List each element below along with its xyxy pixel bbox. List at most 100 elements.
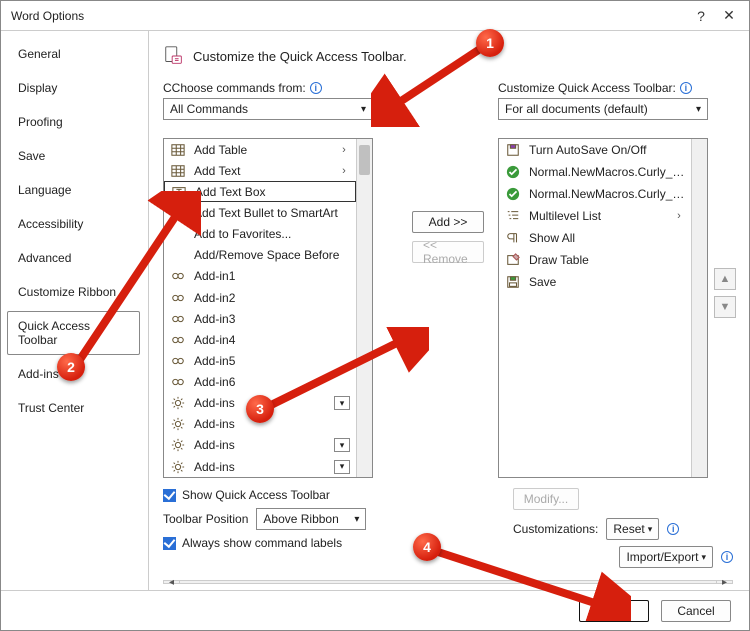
options-sidebar: General Display Proofing Save Language A… bbox=[1, 31, 149, 590]
qat-item-label: Draw Table bbox=[529, 253, 685, 267]
qat-item[interactable]: Normal.NewMacros.Curly_Quotes bbox=[499, 161, 691, 183]
scroll-left-icon[interactable]: ◂ bbox=[164, 581, 180, 583]
titlebar: Word Options ? ✕ bbox=[1, 1, 749, 31]
info-icon[interactable]: i bbox=[667, 523, 679, 535]
command-label: Add-in2 bbox=[194, 291, 350, 305]
sidebar-item-trust-center[interactable]: Trust Center bbox=[7, 393, 140, 423]
info-icon[interactable]: i bbox=[680, 82, 692, 94]
command-item[interactable]: Add Text Bullet to SmartArt bbox=[164, 202, 356, 223]
check-icon bbox=[505, 187, 521, 201]
move-down-button[interactable]: ▼ bbox=[714, 296, 736, 318]
command-label: Add-in4 bbox=[194, 333, 350, 347]
qat-header-text: Customize the Quick Access Toolbar. bbox=[193, 49, 407, 64]
command-label: Add Text Bullet to SmartArt bbox=[194, 206, 350, 220]
qat-listbox[interactable]: Turn AutoSave On/Off Normal.NewMacros.Cur… bbox=[498, 138, 708, 478]
scrollbar[interactable] bbox=[356, 139, 372, 477]
qat-item[interactable]: Draw Table bbox=[499, 249, 691, 271]
qat-item[interactable]: Turn AutoSave On/Off bbox=[499, 139, 691, 161]
command-item[interactable]: Add-in3 bbox=[164, 308, 356, 329]
customize-qat-combo[interactable]: For all documents (default) ▾ bbox=[498, 98, 708, 120]
qat-item-label: Save bbox=[529, 275, 685, 289]
command-item[interactable]: Add Text› bbox=[164, 160, 356, 181]
sidebar-item-proofing[interactable]: Proofing bbox=[7, 107, 140, 137]
command-label: Add-ins bbox=[194, 438, 326, 452]
sidebar-item-customize-ribbon[interactable]: Customize Ribbon bbox=[7, 277, 140, 307]
gear-icon bbox=[170, 396, 186, 410]
sidebar-item-display[interactable]: Display bbox=[7, 73, 140, 103]
dropdown-icon[interactable]: ▾ bbox=[334, 438, 350, 452]
command-item[interactable]: Add-ins▾ bbox=[164, 456, 356, 477]
command-item[interactable]: Add-in5 bbox=[164, 350, 356, 371]
dropdown-icon[interactable]: ▾ bbox=[334, 460, 350, 474]
command-item[interactable]: Add/Remove Space Before bbox=[164, 245, 356, 266]
gear-icon bbox=[170, 417, 186, 431]
sidebar-item-language[interactable]: Language bbox=[7, 175, 140, 205]
qat-item[interactable]: Show All bbox=[499, 227, 691, 249]
sidebar-item-general[interactable]: General bbox=[7, 39, 140, 69]
add-button[interactable]: Add >> bbox=[412, 211, 484, 233]
remove-button[interactable]: << Remove bbox=[412, 241, 484, 263]
command-label: Add-in5 bbox=[194, 354, 350, 368]
toolbar-position-combo[interactable]: Above Ribbon ▾ bbox=[256, 508, 366, 530]
ok-button[interactable]: OK bbox=[579, 600, 649, 622]
modify-button[interactable]: Modify... bbox=[513, 488, 579, 510]
move-up-button[interactable]: ▲ bbox=[714, 268, 736, 290]
command-label: Add Text bbox=[194, 164, 330, 178]
disk-icon bbox=[505, 275, 521, 289]
check-icon bbox=[505, 165, 521, 179]
qat-item-label: Multilevel List bbox=[529, 209, 665, 223]
help-button[interactable]: ? bbox=[687, 4, 715, 28]
show-qat-label: Show Quick Access Toolbar bbox=[182, 488, 330, 502]
command-item[interactable]: Add-in4 bbox=[164, 329, 356, 350]
para-icon bbox=[505, 231, 521, 245]
qat-item-label: Show All bbox=[529, 231, 685, 245]
horizontal-scrollbar[interactable]: ◂ ▸ bbox=[163, 580, 733, 584]
always-show-labels-checkbox[interactable] bbox=[163, 537, 176, 550]
command-item[interactable]: Add-in1 bbox=[164, 266, 356, 287]
addin-icon bbox=[170, 291, 186, 305]
sidebar-item-advanced[interactable]: Advanced bbox=[7, 243, 140, 273]
qat-item[interactable]: Multilevel List› bbox=[499, 205, 691, 227]
toolbar-position-value: Above Ribbon bbox=[263, 512, 338, 526]
choose-commands-combo[interactable]: All Commands ▾ bbox=[163, 98, 373, 120]
command-label: Add-in1 bbox=[194, 269, 350, 283]
command-label: Add Table bbox=[194, 143, 330, 157]
table-icon bbox=[170, 143, 186, 157]
show-qat-checkbox[interactable] bbox=[163, 489, 176, 502]
qat-item[interactable]: Normal.NewMacros.Curly_Apost bbox=[499, 183, 691, 205]
commands-listbox[interactable]: Add Table›Add Text› Add Text Box Add Text … bbox=[163, 138, 373, 478]
command-label: Add-ins bbox=[194, 417, 350, 431]
sidebar-item-save[interactable]: Save bbox=[7, 141, 140, 171]
customize-qat-value: For all documents (default) bbox=[505, 102, 648, 116]
command-item[interactable]: Add-in2 bbox=[164, 287, 356, 308]
qat-item[interactable]: Save bbox=[499, 271, 691, 293]
dropdown-icon[interactable]: ▾ bbox=[334, 396, 350, 410]
always-show-labels-label: Always show command labels bbox=[182, 536, 342, 550]
save-icon bbox=[505, 143, 521, 157]
annotation-badge-1: 1 bbox=[476, 29, 504, 57]
gear-icon bbox=[170, 460, 186, 474]
command-item[interactable]: Add to Favorites... bbox=[164, 224, 356, 245]
info-icon[interactable]: i bbox=[310, 82, 322, 94]
reset-button[interactable]: Reset▾ bbox=[606, 518, 659, 540]
sidebar-item-accessibility[interactable]: Accessibility bbox=[7, 209, 140, 239]
addin-icon bbox=[170, 312, 186, 326]
close-button[interactable]: ✕ bbox=[715, 4, 743, 28]
import-export-button[interactable]: Import/Export▾ bbox=[619, 546, 713, 568]
command-item[interactable]: Add Text Box bbox=[164, 181, 356, 202]
draw-icon bbox=[505, 253, 521, 267]
command-label: Add-in6 bbox=[194, 375, 350, 389]
scroll-right-icon[interactable]: ▸ bbox=[716, 581, 732, 583]
sidebar-item-quick-access-toolbar[interactable]: Quick Access Toolbar bbox=[7, 311, 140, 355]
command-item[interactable]: Add-in6 bbox=[164, 371, 356, 392]
command-item[interactable]: Add Table› bbox=[164, 139, 356, 160]
scrollbar[interactable] bbox=[691, 139, 707, 477]
qat-item-label: Turn AutoSave On/Off bbox=[529, 143, 685, 157]
command-item[interactable]: Add-ins ▾ bbox=[164, 435, 356, 456]
bullet-icon bbox=[170, 206, 186, 220]
command-label: Add Text Box bbox=[195, 185, 349, 199]
chevron-down-icon: ▾ bbox=[354, 514, 359, 525]
addin-icon bbox=[170, 333, 186, 347]
cancel-button[interactable]: Cancel bbox=[661, 600, 731, 622]
info-icon[interactable]: i bbox=[721, 551, 733, 563]
